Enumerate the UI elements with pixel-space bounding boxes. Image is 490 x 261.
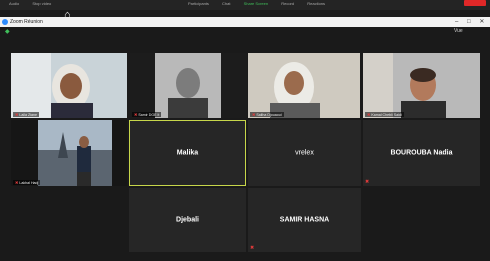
participant-video-p4 (363, 53, 480, 118)
participant-name: Samir DGE lt (138, 113, 160, 117)
window-titlebar: Zoom Réunion – □ ✕ (0, 17, 490, 27)
toolbar-left: Audio Stop video (9, 1, 63, 6)
muted-mic-icon: ✖ (365, 179, 370, 185)
muted-mic-icon: ✖ (367, 112, 371, 117)
muted-mic-icon: ✖ (15, 112, 19, 117)
record-button[interactable]: Record (281, 1, 294, 6)
participant-name: Djebali (176, 216, 199, 224)
zoom-app-icon (2, 19, 8, 25)
participant-tile-p9[interactable]: Djebali (129, 188, 246, 252)
muted-mic-icon: ✖ (15, 180, 19, 185)
view-bar: ◆ Vue (0, 27, 490, 36)
meeting-toolbar: Audio Stop video Participants Chat Share… (0, 0, 490, 10)
participant-name: Laila Ziane (19, 113, 37, 117)
participant-name: Kamal Chebli Saidi (371, 113, 402, 117)
participant-name: SAMIR HASNA (279, 216, 330, 224)
muted-mic-icon: ✖ (134, 112, 138, 117)
participant-tile-p8[interactable]: BOUROUBA Nadia ✖ (363, 120, 480, 186)
participant-tile-p7[interactable]: vrelex (248, 120, 361, 186)
participant-tile-p10[interactable]: SAMIR HASNA ✖ (248, 188, 361, 252)
participant-nametag: ✖Kamal Chebli Saidi (365, 112, 404, 117)
participant-tile-p6[interactable]: Malika (129, 120, 246, 186)
participant-video-p2 (130, 53, 247, 118)
participant-video-p5 (11, 120, 127, 186)
participant-nametag: ✖Laila Ziane (13, 112, 39, 117)
participant-video-p3 (248, 53, 360, 118)
chat-button[interactable]: Chat (222, 1, 230, 6)
participant-nametag: ✖Saliha Djouaoui (250, 112, 284, 117)
stop-video-button[interactable]: Stop video (32, 1, 51, 6)
audio-button[interactable]: Audio (9, 1, 19, 6)
participant-tile-p1[interactable]: ✖Laila Ziane (11, 53, 127, 118)
muted-mic-icon: ✖ (250, 245, 255, 251)
participant-name: BOUROUBA Nadia (390, 149, 453, 157)
participant-tile-p3[interactable]: ✖Saliha Djouaoui (248, 53, 360, 118)
participant-video-p1 (11, 53, 127, 118)
shield-icon[interactable]: ◆ (5, 28, 10, 35)
view-switch-button[interactable]: Vue (454, 28, 463, 34)
participant-tile-p2[interactable]: ✖Samir DGE lt (130, 53, 247, 118)
participant-nametag: ✖Lakhal Hadj (13, 180, 41, 185)
share-screen-button[interactable]: Share Screen (244, 1, 268, 6)
reactions-button[interactable]: Reactions (307, 1, 325, 6)
participant-name: Lakhal Hadj (19, 181, 39, 185)
minimize-icon[interactable]: – (455, 19, 458, 25)
participant-tile-p5[interactable]: ✖Lakhal Hadj (11, 120, 127, 186)
participants-button[interactable]: Participants (188, 1, 209, 6)
muted-mic-icon: ✖ (252, 112, 256, 117)
window-controls: – □ ✕ (448, 18, 484, 25)
participant-name: Malika (176, 149, 199, 157)
participant-name: vrelex (295, 149, 314, 157)
window-title: Zoom Réunion (10, 19, 43, 25)
close-icon[interactable]: ✕ (479, 19, 484, 25)
end-meeting-button[interactable] (464, 0, 486, 6)
participant-name: Saliha Djouaoui (256, 113, 282, 117)
toolbar-center: Participants Chat Share Screen Record Re… (188, 1, 337, 6)
participant-tile-p4[interactable]: ✖Kamal Chebli Saidi (363, 53, 480, 118)
participant-nametag: ✖Samir DGE lt (132, 112, 162, 117)
maximize-icon[interactable]: □ (467, 19, 471, 25)
